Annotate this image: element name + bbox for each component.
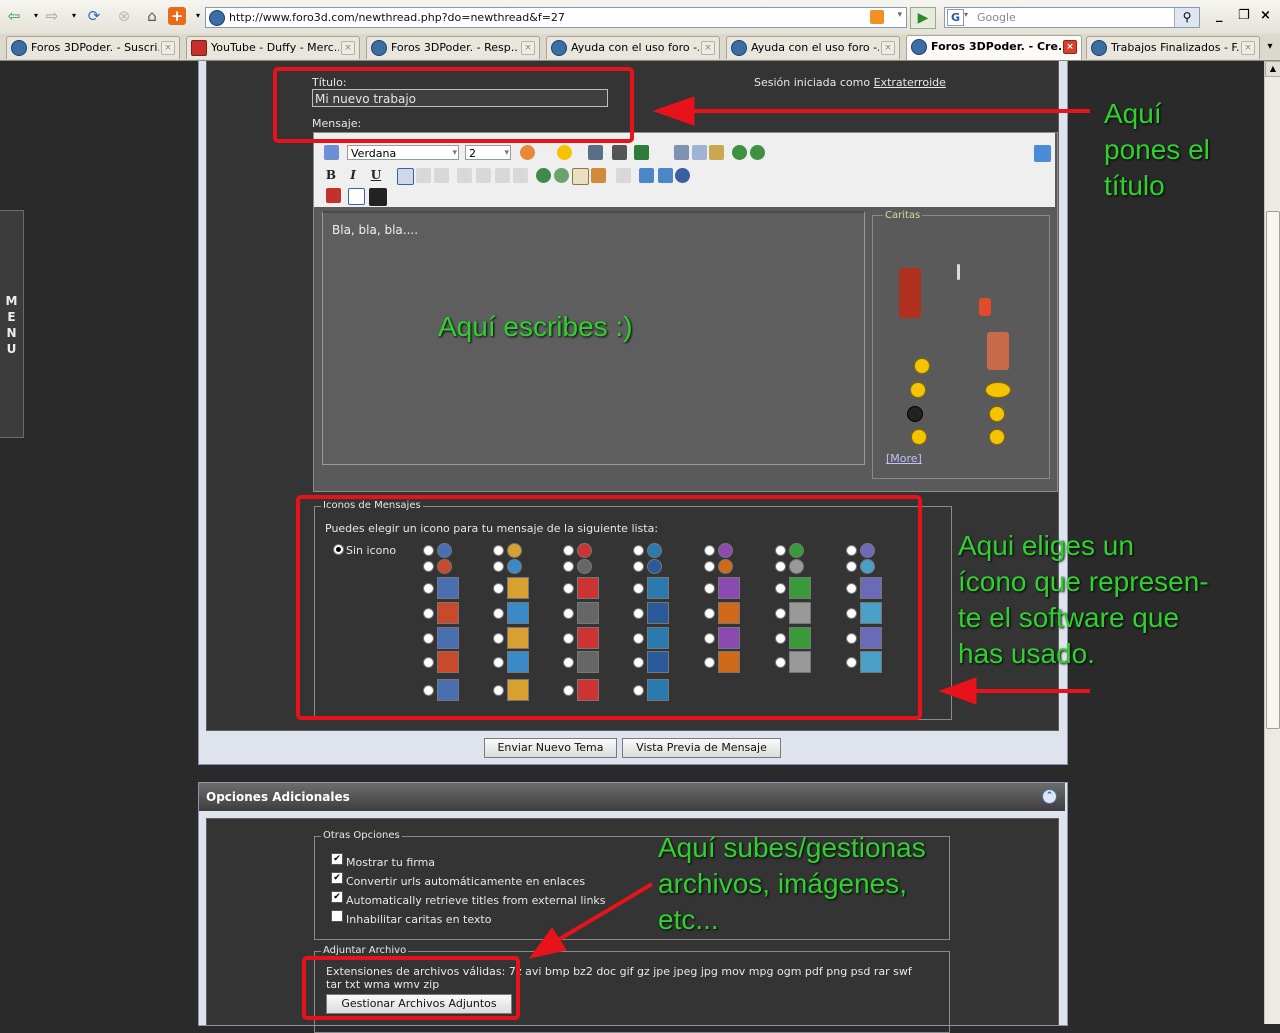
annotation-line: Aquí	[1104, 98, 1162, 129]
title-arrow-head	[652, 96, 695, 126]
attach-arrow-line	[556, 882, 654, 942]
annotation-line: Aqui eliges un	[958, 530, 1134, 561]
annotation-line: título	[1104, 170, 1165, 201]
annotation-line: archivos, imágenes,	[658, 868, 908, 899]
annotation-line: te el software que	[958, 602, 1180, 633]
annotation-line: ícono que represen-	[958, 566, 1209, 597]
annotation-line: has usado.	[958, 638, 1095, 669]
attach-arrow-head	[528, 927, 567, 959]
annotation-title-note: Aquí pones el título	[1104, 96, 1210, 204]
annotation-write-note: Aquí escribes :)	[438, 311, 633, 342]
annotation-attach-note: Aquí subes/gestionas archivos, imágenes,…	[658, 830, 926, 938]
annotation-icon-note: Aqui eliges un ícono que represen- te el…	[958, 528, 1209, 672]
annotation-line: Aquí subes/gestionas	[658, 832, 926, 863]
annotation-line: etc...	[658, 904, 719, 935]
icons-arrow-head	[938, 677, 977, 705]
annotation-line: pones el	[1104, 134, 1210, 165]
annotation-arrows	[528, 96, 1090, 959]
